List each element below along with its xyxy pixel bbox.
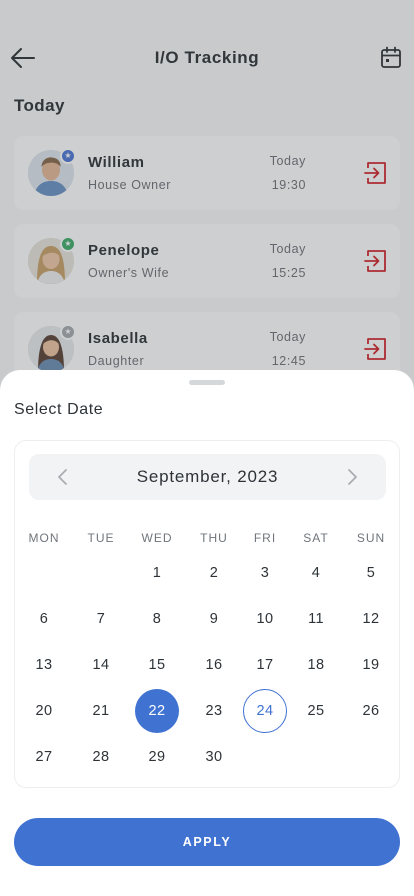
calendar-day-8[interactable]: 8 — [135, 597, 179, 641]
calendar-day-15[interactable]: 15 — [135, 643, 179, 687]
weekday-thu: THU — [200, 531, 228, 545]
calendar-day-19[interactable]: 19 — [349, 643, 393, 687]
date-picker-sheet: Select Date September, 2023 MON TUE WED THU… — [0, 370, 414, 896]
calendar-day-20[interactable]: 20 — [22, 689, 66, 733]
calendar-day-9[interactable]: 9 — [192, 597, 236, 641]
calendar-day-6[interactable]: 6 — [22, 597, 66, 641]
calendar-day-4[interactable]: 4 — [294, 551, 338, 595]
month-label: September, 2023 — [136, 467, 279, 486]
calendar-day-12[interactable]: 12 — [349, 597, 393, 641]
calendar-day-29[interactable]: 29 — [135, 735, 179, 779]
calendar-day-17[interactable]: 17 — [243, 643, 287, 687]
calendar-day-24[interactable]: 24 — [243, 689, 287, 733]
calendar-day-16[interactable]: 16 — [192, 643, 236, 687]
calendar-day-22[interactable]: 22 — [135, 689, 179, 733]
weekday-wed: WED — [141, 531, 173, 545]
calendar-day-30[interactable]: 30 — [192, 735, 236, 779]
calendar-day-13[interactable]: 13 — [22, 643, 66, 687]
calendar: September, 2023 MON TUE WED THU FRI SAT SUN 12… — [14, 440, 400, 788]
sheet-title: Select Date — [14, 401, 104, 418]
calendar-day-28[interactable]: 28 — [79, 735, 123, 779]
sheet-drag-handle[interactable] — [189, 380, 225, 385]
weekday-header: MON TUE WED THU FRI SAT SUN — [15, 531, 401, 547]
weekday-sun: SUN — [356, 531, 386, 545]
calendar-day-3[interactable]: 3 — [243, 551, 287, 595]
calendar-day-23[interactable]: 23 — [192, 689, 236, 733]
calendar-day-14[interactable]: 14 — [79, 643, 123, 687]
calendar-day-10[interactable]: 10 — [243, 597, 287, 641]
weekday-tue: TUE — [87, 531, 115, 545]
calendar-day-1[interactable]: 1 — [135, 551, 179, 595]
calendar-day-26[interactable]: 26 — [349, 689, 393, 733]
weekday-mon: MON — [28, 531, 60, 545]
calendar-day-5[interactable]: 5 — [349, 551, 393, 595]
calendar-day-18[interactable]: 18 — [294, 643, 338, 687]
next-month-button[interactable] — [342, 467, 362, 487]
calendar-day-25[interactable]: 25 — [294, 689, 338, 733]
weekday-sat: SAT — [303, 531, 329, 545]
calendar-day-21[interactable]: 21 — [79, 689, 123, 733]
chevron-right-icon — [348, 469, 357, 485]
calendar-day-7[interactable]: 7 — [79, 597, 123, 641]
month-navigator: September, 2023 — [29, 454, 386, 500]
calendar-day-27[interactable]: 27 — [22, 735, 66, 779]
weekday-fri: FRI — [253, 531, 277, 545]
calendar-day-2[interactable]: 2 — [192, 551, 236, 595]
apply-button[interactable]: APPLY — [14, 818, 400, 866]
calendar-day-11[interactable]: 11 — [294, 597, 338, 641]
